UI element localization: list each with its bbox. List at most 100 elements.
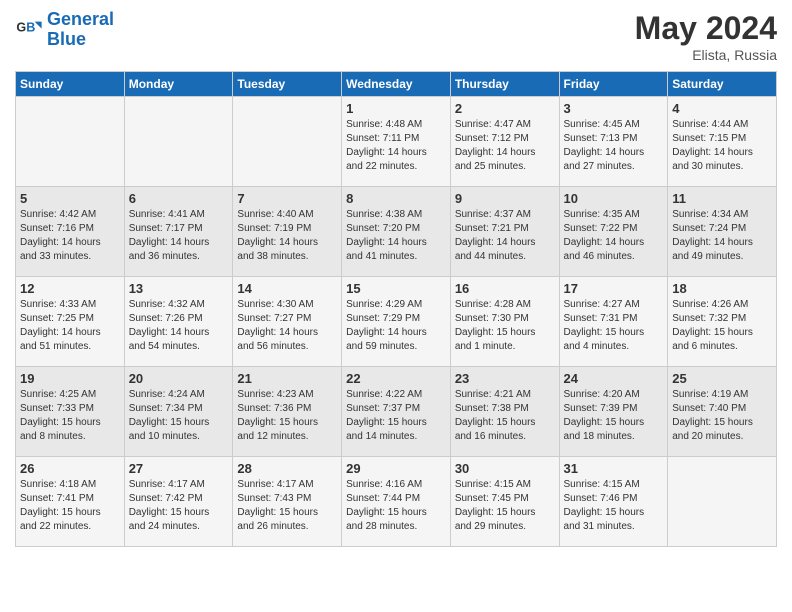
day-number: 12 <box>20 281 120 296</box>
calendar-cell: 23 Sunrise: 4:21 AM Sunset: 7:38 PM Dayli… <box>450 367 559 457</box>
day-info: Sunrise: 4:20 AM Sunset: 7:39 PM Dayligh… <box>564 388 664 444</box>
day-number: 2 <box>455 101 555 116</box>
calendar-cell: 13Sunrise: 4:32 AM Sunset: 7:26 PM Dayli… <box>124 277 233 367</box>
svg-text:B: B <box>26 20 35 34</box>
day-number: 4 <box>672 101 772 116</box>
calendar-cell <box>124 97 233 187</box>
header: G B General Blue May 2024 Elista, Russia <box>15 10 777 63</box>
logo-text: General Blue <box>47 10 114 50</box>
weekday-header-tuesday: Tuesday <box>233 72 342 97</box>
weekday-header-saturday: Saturday <box>668 72 777 97</box>
day-number: 26 <box>20 461 120 476</box>
day-info: Sunrise: 4:40 AM Sunset: 7:19 PM Dayligh… <box>237 208 337 264</box>
day-info: Sunrise: 4:34 AM Sunset: 7:24 PM Dayligh… <box>672 208 772 264</box>
day-number: 8 <box>346 191 446 206</box>
day-info: Sunrise: 4:37 AM Sunset: 7:21 PM Dayligh… <box>455 208 555 264</box>
calendar-cell: 26 Sunrise: 4:18 AM Sunset: 7:41 PM Dayli… <box>16 457 125 547</box>
weekday-header-monday: Monday <box>124 72 233 97</box>
day-number: 28 <box>237 461 337 476</box>
calendar-cell: 24Sunrise: 4:20 AM Sunset: 7:39 PM Dayli… <box>559 367 668 457</box>
weekday-header-wednesday: Wednesday <box>342 72 451 97</box>
day-number: 25 <box>672 371 772 386</box>
day-info: Sunrise: 4:29 AM Sunset: 7:29 PM Dayligh… <box>346 298 446 354</box>
calendar-cell <box>233 97 342 187</box>
logo-general: General <box>47 9 114 29</box>
calendar-cell: 10Sunrise: 4:35 AM Sunset: 7:22 PM Dayli… <box>559 187 668 277</box>
logo-icon: G B <box>15 16 43 44</box>
day-info: Sunrise: 4:21 AM Sunset: 7:38 PM Dayligh… <box>455 388 555 444</box>
day-info: Sunrise: 4:48 AM Sunset: 7:11 PM Dayligh… <box>346 118 446 174</box>
calendar-table: SundayMondayTuesdayWednesdayThursdayFrid… <box>15 71 777 547</box>
calendar-cell: 8Sunrise: 4:38 AM Sunset: 7:20 PM Daylig… <box>342 187 451 277</box>
weekday-header-row: SundayMondayTuesdayWednesdayThursdayFrid… <box>16 72 777 97</box>
day-number: 31 <box>564 461 664 476</box>
day-info: Sunrise: 4:33 AM Sunset: 7:25 PM Dayligh… <box>20 298 120 354</box>
calendar-cell: 3 Sunrise: 4:45 AM Sunset: 7:13 PM Daylig… <box>559 97 668 187</box>
calendar-cell: 2 Sunrise: 4:47 AM Sunset: 7:12 PM Daylig… <box>450 97 559 187</box>
calendar-cell: 30 Sunrise: 4:15 AM Sunset: 7:45 PM Dayli… <box>450 457 559 547</box>
calendar-cell: 29 Sunrise: 4:16 AM Sunset: 7:44 PM Dayli… <box>342 457 451 547</box>
day-number: 18 <box>672 281 772 296</box>
calendar-cell: 14 Sunrise: 4:30 AM Sunset: 7:27 PM Dayli… <box>233 277 342 367</box>
day-number: 27 <box>129 461 229 476</box>
day-number: 30 <box>455 461 555 476</box>
svg-text:G: G <box>16 20 26 34</box>
day-number: 15 <box>346 281 446 296</box>
day-number: 21 <box>237 371 337 386</box>
day-info: Sunrise: 4:15 AM Sunset: 7:45 PM Dayligh… <box>455 478 555 534</box>
day-number: 29 <box>346 461 446 476</box>
day-info: Sunrise: 4:41 AM Sunset: 7:17 PM Dayligh… <box>129 208 229 264</box>
calendar-cell: 9 Sunrise: 4:37 AM Sunset: 7:21 PM Daylig… <box>450 187 559 277</box>
calendar-cell: 19Sunrise: 4:25 AM Sunset: 7:33 PM Dayli… <box>16 367 125 457</box>
location: Elista, Russia <box>635 47 777 63</box>
day-number: 22 <box>346 371 446 386</box>
day-info: Sunrise: 4:45 AM Sunset: 7:13 PM Dayligh… <box>564 118 664 174</box>
day-number: 5 <box>20 191 120 206</box>
day-info: Sunrise: 4:26 AM Sunset: 7:32 PM Dayligh… <box>672 298 772 354</box>
logo: G B General Blue <box>15 10 114 50</box>
day-info: Sunrise: 4:16 AM Sunset: 7:44 PM Dayligh… <box>346 478 446 534</box>
day-number: 17 <box>564 281 664 296</box>
calendar-cell: 22 Sunrise: 4:22 AM Sunset: 7:37 PM Dayli… <box>342 367 451 457</box>
day-info: Sunrise: 4:15 AM Sunset: 7:46 PM Dayligh… <box>564 478 664 534</box>
day-info: Sunrise: 4:28 AM Sunset: 7:30 PM Dayligh… <box>455 298 555 354</box>
day-number: 19 <box>20 371 120 386</box>
calendar-week-row: 19Sunrise: 4:25 AM Sunset: 7:33 PM Dayli… <box>16 367 777 457</box>
day-number: 3 <box>564 101 664 116</box>
calendar-cell: 15 Sunrise: 4:29 AM Sunset: 7:29 PM Dayli… <box>342 277 451 367</box>
calendar-cell: 21Sunrise: 4:23 AM Sunset: 7:36 PM Dayli… <box>233 367 342 457</box>
day-number: 1 <box>346 101 446 116</box>
day-number: 23 <box>455 371 555 386</box>
calendar-cell: 11Sunrise: 4:34 AM Sunset: 7:24 PM Dayli… <box>668 187 777 277</box>
day-number: 6 <box>129 191 229 206</box>
title-block: May 2024 Elista, Russia <box>635 10 777 63</box>
day-info: Sunrise: 4:17 AM Sunset: 7:42 PM Dayligh… <box>129 478 229 534</box>
calendar-cell: 4 Sunrise: 4:44 AM Sunset: 7:15 PM Daylig… <box>668 97 777 187</box>
day-info: Sunrise: 4:42 AM Sunset: 7:16 PM Dayligh… <box>20 208 120 264</box>
calendar-week-row: 1 Sunrise: 4:48 AM Sunset: 7:11 PM Daylig… <box>16 97 777 187</box>
calendar-cell: 1 Sunrise: 4:48 AM Sunset: 7:11 PM Daylig… <box>342 97 451 187</box>
day-info: Sunrise: 4:22 AM Sunset: 7:37 PM Dayligh… <box>346 388 446 444</box>
day-number: 9 <box>455 191 555 206</box>
day-info: Sunrise: 4:47 AM Sunset: 7:12 PM Dayligh… <box>455 118 555 174</box>
day-info: Sunrise: 4:27 AM Sunset: 7:31 PM Dayligh… <box>564 298 664 354</box>
calendar-cell: 7 Sunrise: 4:40 AM Sunset: 7:19 PM Daylig… <box>233 187 342 277</box>
calendar-cell: 12 Sunrise: 4:33 AM Sunset: 7:25 PM Dayli… <box>16 277 125 367</box>
weekday-header-friday: Friday <box>559 72 668 97</box>
day-info: Sunrise: 4:44 AM Sunset: 7:15 PM Dayligh… <box>672 118 772 174</box>
day-number: 20 <box>129 371 229 386</box>
weekday-header-thursday: Thursday <box>450 72 559 97</box>
day-number: 14 <box>237 281 337 296</box>
day-info: Sunrise: 4:30 AM Sunset: 7:27 PM Dayligh… <box>237 298 337 354</box>
calendar-cell: 16Sunrise: 4:28 AM Sunset: 7:30 PM Dayli… <box>450 277 559 367</box>
calendar-cell <box>16 97 125 187</box>
day-info: Sunrise: 4:18 AM Sunset: 7:41 PM Dayligh… <box>20 478 120 534</box>
calendar-cell: 20Sunrise: 4:24 AM Sunset: 7:34 PM Dayli… <box>124 367 233 457</box>
day-number: 7 <box>237 191 337 206</box>
calendar-cell <box>668 457 777 547</box>
day-info: Sunrise: 4:35 AM Sunset: 7:22 PM Dayligh… <box>564 208 664 264</box>
calendar-cell: 31 Sunrise: 4:15 AM Sunset: 7:46 PM Dayli… <box>559 457 668 547</box>
logo-blue: Blue <box>47 29 86 49</box>
day-info: Sunrise: 4:32 AM Sunset: 7:26 PM Dayligh… <box>129 298 229 354</box>
weekday-header-sunday: Sunday <box>16 72 125 97</box>
